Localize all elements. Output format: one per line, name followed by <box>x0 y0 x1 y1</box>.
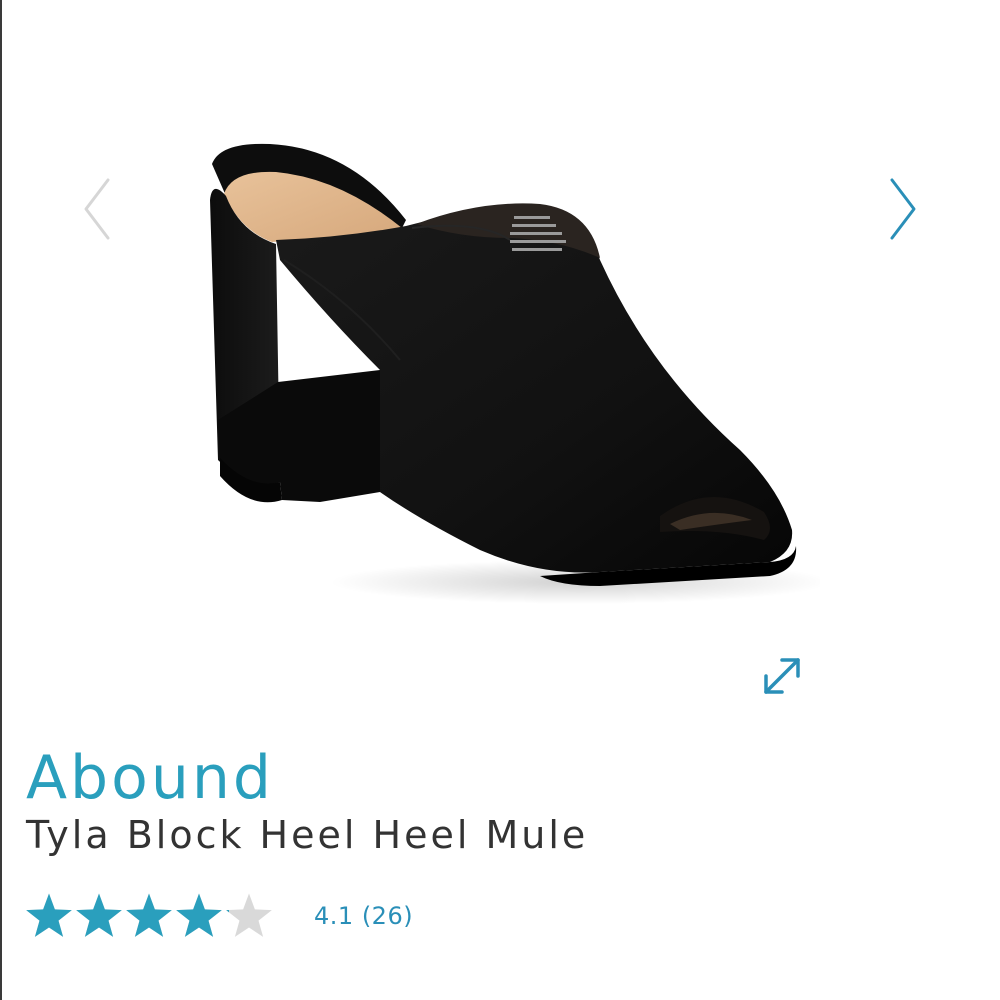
star-empty-shape <box>226 893 272 937</box>
star-filled-shape <box>26 893 72 937</box>
product-image[interactable] <box>180 120 820 620</box>
star-filled-shape <box>76 893 122 937</box>
star-icon-2 <box>76 893 122 937</box>
review-count[interactable]: (26) <box>362 902 413 930</box>
product-title: Tyla Block Heel Heel Mule <box>26 813 589 857</box>
chevron-left-icon[interactable] <box>78 174 118 244</box>
expand-icon[interactable] <box>758 652 806 700</box>
rating-row[interactable]: 4.1 (26) <box>24 890 413 942</box>
product-page: Abound Tyla Block Heel Heel Mule 4.1 (26… <box>0 0 1000 1000</box>
star-icon-5 <box>226 893 272 937</box>
rating-score: 4.1 <box>314 902 354 930</box>
star-icon-3 <box>126 893 172 937</box>
star-icon-4 <box>176 893 222 937</box>
star-filled-shape <box>176 893 222 937</box>
brand-name[interactable]: Abound <box>26 748 274 808</box>
chevron-right-icon[interactable] <box>882 174 922 244</box>
star-rating <box>24 891 274 941</box>
rating-summary[interactable]: 4.1 (26) <box>314 902 413 930</box>
product-gallery <box>0 0 1000 720</box>
star-icon-1 <box>26 893 72 937</box>
star-filled-shape <box>126 893 172 937</box>
